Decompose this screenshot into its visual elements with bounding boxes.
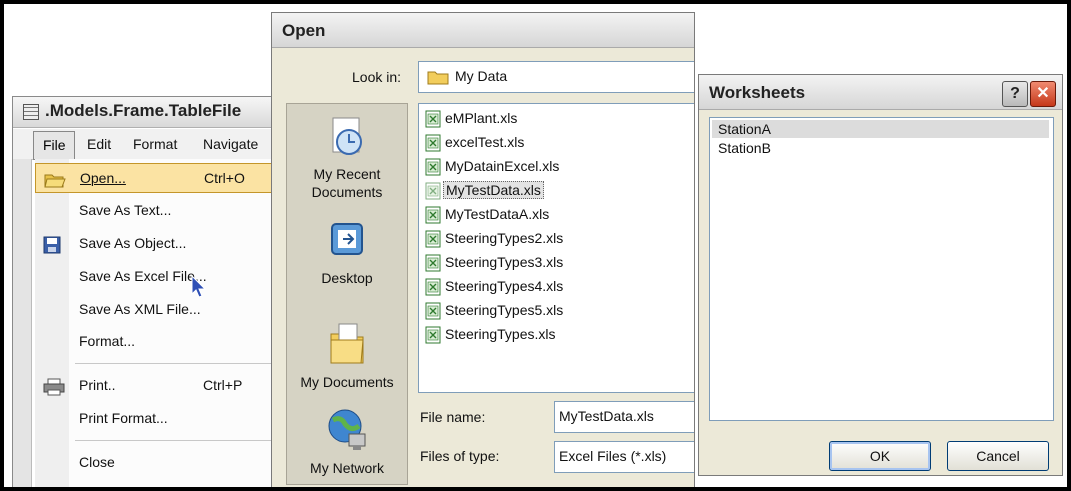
dialog-title: Open bbox=[282, 21, 326, 40]
dialog-title: Worksheets bbox=[709, 83, 806, 102]
menu-item-save-as-xml[interactable]: Save As XML File... bbox=[35, 295, 275, 325]
file-name: SteeringTypes.xls bbox=[445, 326, 556, 342]
file-type-value: Excel Files (*.xls) bbox=[559, 448, 667, 464]
help-button[interactable]: ? bbox=[1002, 81, 1028, 107]
place-my-documents[interactable]: My Documents bbox=[287, 318, 407, 391]
excel-file-icon bbox=[425, 110, 441, 128]
menu-file[interactable]: File bbox=[33, 131, 75, 160]
excel-file-icon bbox=[425, 206, 441, 224]
menu-item-shortcut: Ctrl+O bbox=[204, 170, 245, 186]
excel-file-icon bbox=[425, 278, 441, 296]
table-edge bbox=[13, 159, 32, 487]
worksheet-name: StationA bbox=[718, 121, 771, 137]
file-list: eMPlant.xls excelTest.xls MyDatainExcel.… bbox=[418, 103, 694, 393]
place-my-network[interactable]: My Network bbox=[287, 406, 407, 477]
menu-item-label: Save As XML File... bbox=[79, 301, 201, 317]
file-menu-dropdown: Open... Ctrl+O Save As Text... Save As O… bbox=[35, 159, 275, 487]
close-button[interactable]: ✕ bbox=[1030, 81, 1056, 107]
menu-item-print[interactable]: Print.. Ctrl+P bbox=[35, 371, 275, 401]
file-name-label: File name: bbox=[420, 409, 486, 425]
mouse-pointer-icon bbox=[191, 275, 207, 298]
file-name: excelTest.xls bbox=[445, 134, 525, 150]
file-name: MyTestDataA.xls bbox=[445, 206, 550, 222]
place-label: My Network bbox=[310, 460, 384, 476]
window-title: .Models.Frame.TableFile bbox=[45, 101, 242, 120]
menubar: File Edit Format Navigate bbox=[13, 129, 275, 160]
menu-item-save-as-object[interactable]: Save As Object... bbox=[35, 229, 275, 259]
look-in-value: My Data bbox=[455, 68, 508, 84]
file-name: SteeringTypes5.xls bbox=[445, 302, 564, 318]
open-folder-icon bbox=[44, 174, 66, 188]
menu-item-label: Format... bbox=[79, 333, 136, 349]
menu-item-save-as-text[interactable]: Save As Text... bbox=[35, 196, 275, 226]
places-bar: My Recent Documents Desktop My Documents bbox=[286, 103, 408, 485]
menu-file-label: File bbox=[43, 137, 66, 153]
menu-item-label: Save As Text... bbox=[79, 202, 172, 218]
worksheet-item-selected[interactable]: StationA bbox=[712, 120, 1049, 138]
place-desktop[interactable]: Desktop bbox=[287, 220, 407, 287]
menu-item-format[interactable]: Format... bbox=[35, 327, 275, 357]
table-file-window: .Models.Frame.TableFile File Edit Format… bbox=[12, 96, 276, 487]
file-name-field[interactable]: MyTestData.xls bbox=[554, 401, 694, 433]
menu-item-label: Open... bbox=[80, 170, 126, 186]
file-name: SteeringTypes4.xls bbox=[445, 278, 564, 294]
printer-icon bbox=[43, 378, 65, 396]
menu-item-label: Print.. bbox=[79, 377, 116, 393]
excel-file-icon bbox=[425, 302, 441, 320]
worksheet-item[interactable]: StationB bbox=[712, 139, 1049, 157]
screenshot-frame: .Models.Frame.TableFile File Edit Format… bbox=[4, 4, 1067, 487]
menu-navigate[interactable]: Navigate bbox=[203, 136, 258, 152]
file-name: eMPlant.xls bbox=[445, 110, 518, 126]
excel-file-icon bbox=[425, 134, 441, 152]
look-in-label: Look in: bbox=[352, 69, 402, 85]
file-name: SteeringTypes3.xls bbox=[445, 254, 564, 270]
desktop-icon bbox=[331, 223, 363, 255]
worksheet-name: StationB bbox=[718, 140, 771, 156]
file-type-label: Files of type: bbox=[420, 448, 500, 464]
my-documents-icon bbox=[330, 323, 364, 364]
place-label: Desktop bbox=[321, 270, 373, 286]
dialog-titlebar: Worksheets ? ✕ bbox=[699, 75, 1062, 110]
file-type-dropdown[interactable]: Excel Files (*.xls) bbox=[554, 441, 694, 473]
excel-file-icon bbox=[425, 254, 441, 272]
menu-edit[interactable]: Edit bbox=[87, 136, 111, 152]
menu-item-save-as-excel[interactable]: Save As Excel File... bbox=[35, 262, 275, 292]
dialog-titlebar: Open bbox=[272, 13, 694, 48]
recent-documents-icon bbox=[332, 117, 362, 155]
file-name: MyTestData.xls bbox=[443, 181, 544, 199]
folder-icon bbox=[427, 71, 449, 85]
worksheets-dialog: Worksheets ? ✕ StationA StationB OK Canc… bbox=[698, 74, 1063, 476]
menu-item-label: Print Format... bbox=[79, 410, 168, 426]
menu-item-label: Save As Object... bbox=[79, 235, 187, 251]
open-dialog: Open Look in: My Data My Recent Document… bbox=[271, 12, 695, 487]
excel-file-icon bbox=[425, 230, 441, 248]
table-icon bbox=[23, 104, 39, 120]
cancel-button[interactable]: Cancel bbox=[947, 441, 1049, 471]
menu-separator bbox=[75, 363, 271, 364]
place-label: My Recent Documents bbox=[311, 166, 383, 200]
ok-button[interactable]: OK bbox=[829, 441, 931, 471]
floppy-disk-icon bbox=[43, 236, 61, 254]
menu-format[interactable]: Format bbox=[133, 136, 177, 152]
menu-separator bbox=[75, 440, 271, 441]
menu-item-shortcut: Ctrl+P bbox=[203, 377, 243, 393]
worksheet-list: StationA StationB bbox=[709, 117, 1054, 421]
look-in-dropdown[interactable]: My Data bbox=[418, 61, 694, 93]
menu-item-label: Save As Excel File... bbox=[79, 268, 207, 284]
excel-file-icon bbox=[425, 158, 441, 176]
menu-item-close[interactable]: Close bbox=[35, 448, 275, 478]
menu-item-open[interactable]: Open... Ctrl+O bbox=[35, 163, 275, 193]
excel-file-icon bbox=[425, 326, 441, 344]
place-my-recent-documents[interactable]: My Recent Documents bbox=[287, 116, 407, 201]
place-label: My Documents bbox=[300, 374, 394, 390]
network-globe-icon bbox=[328, 409, 366, 450]
menu-item-print-format[interactable]: Print Format... bbox=[35, 404, 275, 434]
excel-file-icon bbox=[425, 182, 441, 200]
file-name-value: MyTestData.xls bbox=[559, 408, 654, 424]
menu-item-label: Close bbox=[79, 454, 115, 470]
window-titlebar: .Models.Frame.TableFile bbox=[13, 97, 275, 128]
file-name: SteeringTypes2.xls bbox=[445, 230, 564, 246]
file-name: MyDatainExcel.xls bbox=[445, 158, 560, 174]
